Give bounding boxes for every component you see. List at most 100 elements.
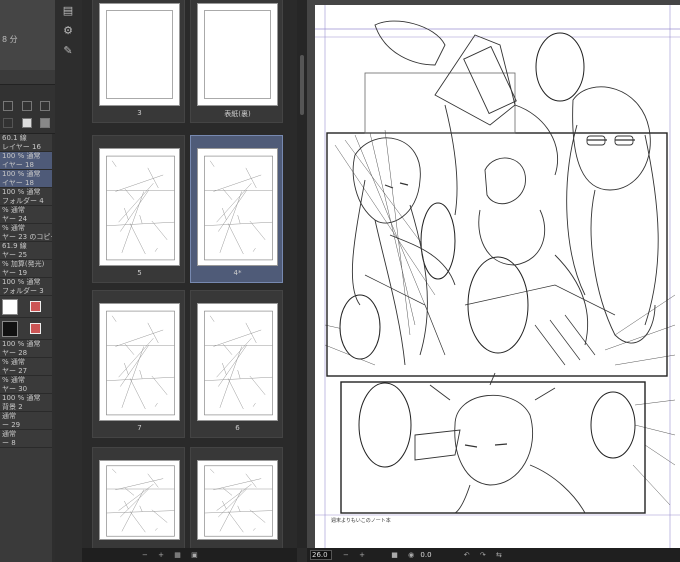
layer-row[interactable]: % 通常 ヤー 27	[0, 358, 52, 376]
layer-row[interactable]: 100 % 通常 イヤー 18	[0, 170, 52, 188]
layer-blend-label: 100 % 通常	[2, 394, 41, 402]
page-sketch	[204, 310, 273, 416]
manga-canvas[interactable]: 週末よりもいこのノート本	[315, 5, 680, 548]
page-sketch	[106, 155, 175, 261]
layer-name-label: ヤー 28	[2, 349, 28, 357]
page-card[interactable]	[190, 447, 283, 557]
layers-stack-icon[interactable]: ▤	[61, 4, 75, 18]
page-card[interactable]: 6	[190, 290, 283, 438]
page-thumbnail	[99, 148, 180, 266]
clip-icon[interactable]	[22, 101, 32, 111]
settings-icon[interactable]: ✎	[61, 44, 75, 58]
layer-blend-label: % 通常	[2, 224, 25, 232]
layer-blend-label: 60.1 線	[2, 134, 27, 142]
canvas-signature: 週末よりもいこのノート本	[331, 517, 391, 524]
fill-icon[interactable]: ⚙	[61, 24, 75, 38]
layer-name-label: ヤー 24	[2, 215, 28, 223]
page-card[interactable]: 3	[92, 0, 185, 123]
manga-page-art: 週末よりもいこのノート本	[315, 5, 680, 548]
page-card[interactable]	[92, 447, 185, 557]
layer-thumbnail	[2, 321, 18, 337]
page-thumbnail	[99, 303, 180, 421]
page-frame	[106, 10, 173, 99]
layer-row[interactable]: 100 % 通常 背景 2	[0, 394, 52, 412]
page-thumbnail	[197, 148, 278, 266]
layer-row[interactable]	[0, 318, 52, 340]
layer-name-label: ヤー 23 のコピー	[2, 233, 52, 241]
layer-row[interactable]: 60.1 線レイヤー 16	[0, 134, 52, 152]
mask-icon[interactable]	[22, 118, 32, 128]
page-number-label: 3	[137, 109, 142, 117]
layer-row[interactable]: 100 % 通常 イヤー 18	[0, 152, 52, 170]
layer-row[interactable]: % 通常 ヤー 24	[0, 206, 52, 224]
layer-row[interactable]: % 通常 ヤー 23 のコピー	[0, 224, 52, 242]
layer-row[interactable]: 61.9 線ヤー 25	[0, 242, 52, 260]
page-card[interactable]: 表紙(裏)	[190, 0, 283, 123]
layer-row[interactable]: 100 % 通常 ヤー 28	[0, 340, 52, 358]
layer-blend-label: 100 % 通常	[2, 152, 41, 160]
layer-row[interactable]: % 通常 ヤー 30	[0, 376, 52, 394]
page-card[interactable]: 4*	[190, 135, 283, 283]
layer-blend-label: 61.9 線	[2, 242, 27, 250]
mask-off-icon[interactable]	[30, 301, 41, 312]
page-manager: 3 表紙(裏) 5 4* 7 6	[82, 0, 297, 557]
flip-icon[interactable]: ⇆	[496, 548, 502, 562]
layer-name-label: ヤー 30	[2, 385, 28, 393]
canvas-zoom-in-icon[interactable]: +	[359, 548, 365, 562]
page-card[interactable]: 7	[92, 290, 185, 438]
fit-icon[interactable]: ■	[391, 548, 398, 562]
layer-toolbar	[0, 84, 55, 134]
page-card[interactable]: 5	[92, 135, 185, 283]
page-thumbnail	[197, 460, 278, 540]
layer-panel: 8 分 100 60.1 線レイヤー 16100 % 通常イヤー 18100 %…	[0, 0, 55, 562]
layer-blend-label: % 通常	[2, 206, 25, 214]
layer-name-label: イヤー 18	[2, 161, 34, 169]
page-number-label: 7	[137, 424, 142, 432]
reference-icon[interactable]	[40, 101, 50, 111]
layer-name-label: ヤー 25	[2, 251, 28, 259]
page-number-label: 6	[235, 424, 240, 432]
page-sketch	[204, 155, 273, 261]
layer-row[interactable]: 通常ー 29	[0, 412, 52, 430]
canvas-status-bar: − + ■ ◉ 0.0 ↶ ↷ ⇆	[307, 548, 680, 562]
layer-name-label: ー 29	[2, 421, 21, 429]
page-thumb-icon[interactable]: ▦	[174, 548, 181, 562]
layer-row[interactable]: % 加算(発光) ヤー 19	[0, 260, 52, 278]
layer-thumbnail	[2, 299, 18, 315]
page-scrollbar[interactable]	[297, 0, 307, 548]
layer-row[interactable]	[0, 296, 52, 318]
page-number-label: 5	[137, 269, 142, 277]
page-scroll-thumb[interactable]	[300, 55, 304, 115]
rotate-right-icon[interactable]: ↷	[480, 548, 486, 562]
page-thumbnail	[197, 3, 278, 106]
lock-icon[interactable]	[3, 118, 13, 128]
blend-mode-icon[interactable]	[3, 101, 13, 111]
layer-row[interactable]: 100 % 通常 フォルダー 4	[0, 188, 52, 206]
layer-blend-label: 100 % 通常	[2, 170, 41, 178]
rotate-icon[interactable]: ◉	[408, 548, 414, 562]
layer-blend-label: 100 % 通常	[2, 340, 41, 348]
layer-color-icon[interactable]	[40, 118, 50, 128]
zoom-in-icon[interactable]: +	[158, 548, 164, 562]
page-list-icon[interactable]: ▣	[191, 548, 198, 562]
mask-off-icon[interactable]	[30, 323, 41, 334]
layer-name-label: フォルダー 4	[2, 197, 44, 205]
page-number-label: 4*	[233, 269, 242, 277]
layer-blend-label: 100 % 通常	[2, 188, 41, 196]
zoom-input[interactable]: 26.0	[310, 550, 332, 560]
layer-name-label: イヤー 18	[2, 179, 34, 187]
page-sketch	[106, 465, 175, 537]
layer-blend-label: 通常	[2, 412, 16, 420]
page-number-label: 表紙(裏)	[224, 110, 251, 118]
page-thumbnail	[197, 303, 278, 421]
layer-blend-label: % 通常	[2, 358, 25, 366]
rotation-value[interactable]: 0.0	[420, 551, 431, 559]
layer-name-label: 背景 2	[2, 403, 23, 411]
layer-name-label: ヤー 27	[2, 367, 28, 375]
layer-row[interactable]: 100 % 通常 フォルダー 3	[0, 278, 52, 296]
page-frame	[204, 10, 271, 99]
layer-row[interactable]: 通常ー 8	[0, 430, 52, 448]
zoom-out-icon[interactable]: −	[142, 548, 148, 562]
canvas-zoom-out-icon[interactable]: −	[343, 548, 349, 562]
rotate-left-icon[interactable]: ↶	[464, 548, 470, 562]
